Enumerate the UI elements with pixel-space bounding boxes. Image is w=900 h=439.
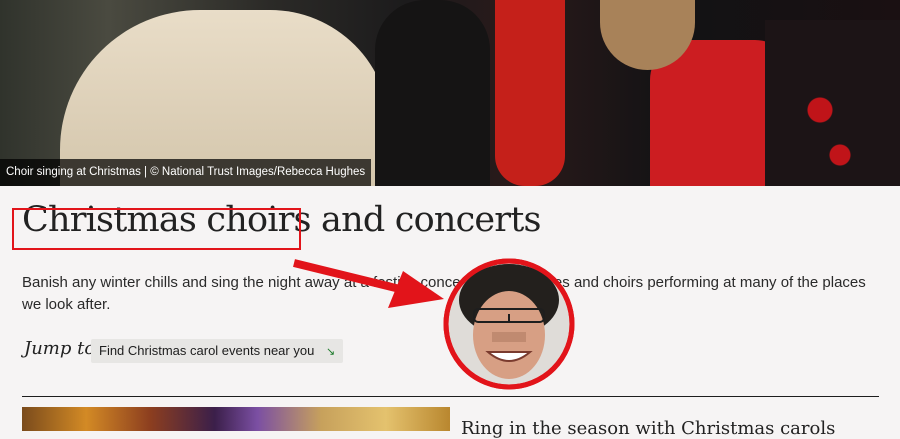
card-thumbnail[interactable] [22,407,450,431]
hero-figure-scarf [495,0,565,186]
highlight-box [12,208,301,250]
hero-flowers [800,80,860,180]
hero-caption: Choir singing at Christmas | © National … [0,159,372,186]
arrow-down-right-icon: ↘ [325,346,336,358]
jump-link-label: Find Christmas carol events near you [99,343,315,358]
hero-figure-dark [375,0,490,186]
jump-link-carol-events[interactable]: Find Christmas carol events near you ↘ [91,339,344,363]
card-title[interactable]: Ring in the season with Christmas carols [461,418,835,439]
hero-image: Choir singing at Christmas | © National … [0,0,900,186]
intro-paragraph: Banish any winter chills and sing the ni… [22,274,866,313]
section-divider [22,396,879,397]
jump-to-label: Jump to [24,338,96,359]
